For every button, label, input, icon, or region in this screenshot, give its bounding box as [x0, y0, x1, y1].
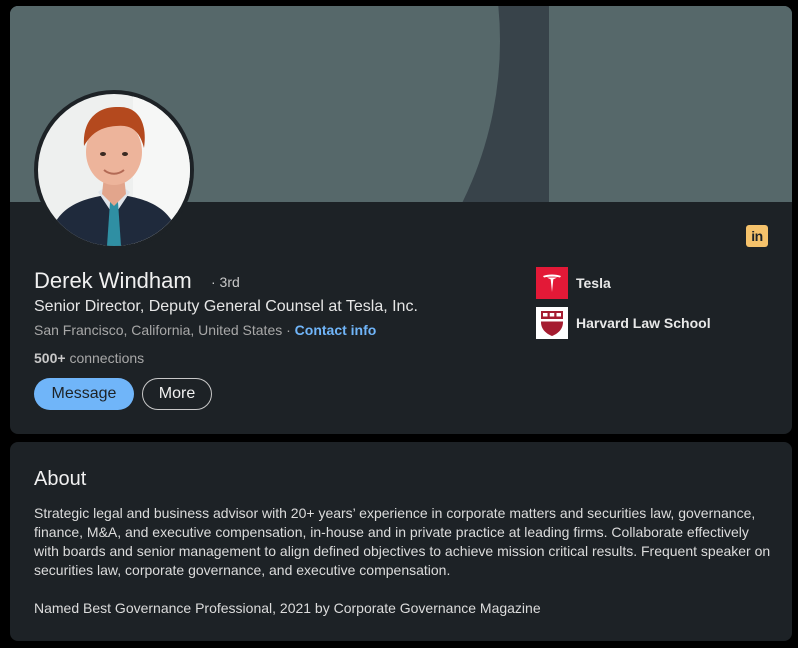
org-name-harvard: Harvard Law School [576, 315, 711, 331]
banner-panel [549, 6, 792, 202]
about-card: About Strategic legal and business advis… [10, 442, 792, 641]
about-heading: About [34, 468, 87, 490]
connections-number: 500+ [34, 350, 66, 366]
about-paragraph: Strategic legal and business advisor wit… [34, 505, 771, 578]
contact-info-link[interactable]: Contact info [295, 322, 377, 338]
harvard-shield-icon [536, 307, 568, 339]
org-name-tesla: Tesla [576, 275, 611, 291]
more-button[interactable]: More [142, 378, 212, 410]
org-item-tesla[interactable]: Tesla [536, 267, 611, 299]
profile-avatar[interactable] [34, 90, 194, 250]
profile-location-line: San Francisco, California, United States… [34, 322, 376, 338]
connections-label: connections [69, 350, 145, 366]
tesla-logo-icon [536, 267, 568, 299]
connections-count[interactable]: 500+ connections [34, 350, 144, 366]
profile-top-card: in Derek Windham · 3rd Senior Director, … [10, 6, 792, 434]
about-text: Strategic legal and business advisor wit… [34, 504, 774, 618]
profile-headline: Senior Director, Deputy General Counsel … [34, 298, 418, 315]
linkedin-icon[interactable]: in [746, 225, 768, 247]
profile-name: Derek Windham [34, 268, 192, 293]
about-paragraph-award: Named Best Governance Professional, 2021… [34, 600, 541, 616]
message-button[interactable]: Message [34, 378, 134, 410]
profile-location: San Francisco, California, United States… [34, 322, 291, 338]
connection-degree: · 3rd [211, 274, 240, 290]
org-item-harvard[interactable]: Harvard Law School [536, 307, 711, 339]
